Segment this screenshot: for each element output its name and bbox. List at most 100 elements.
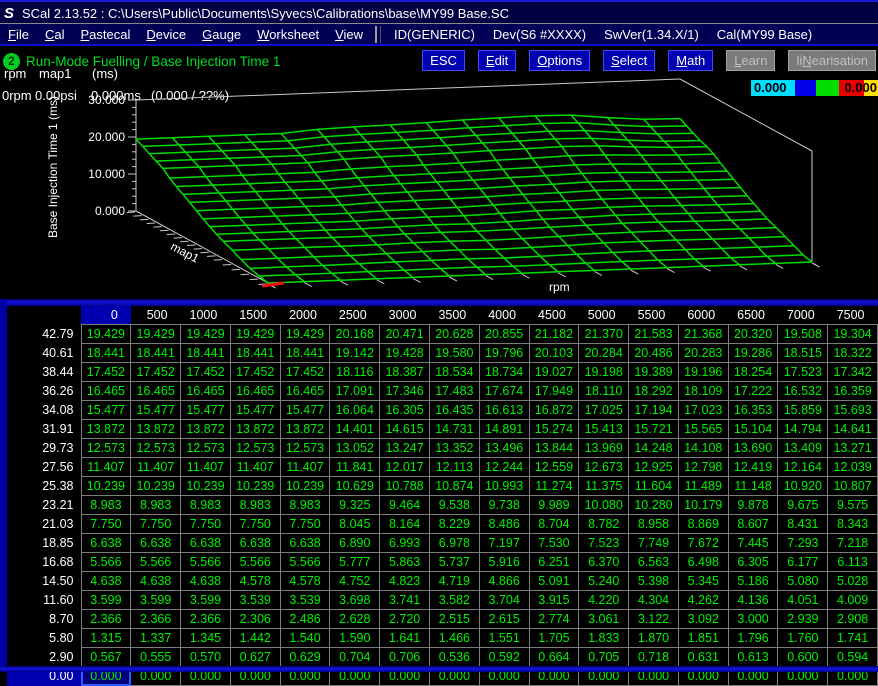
table-cell[interactable]: 10.179 bbox=[678, 496, 728, 515]
row-header-40.61[interactable]: 40.61 bbox=[7, 344, 81, 363]
table-cell[interactable]: 11.407 bbox=[81, 458, 131, 477]
table-cell[interactable]: 4.220 bbox=[579, 591, 629, 610]
table-cell[interactable]: 2.615 bbox=[479, 610, 529, 629]
table-cell[interactable]: 3.599 bbox=[81, 591, 131, 610]
table-cell[interactable]: 19.389 bbox=[629, 363, 679, 382]
table-cell[interactable]: 6.251 bbox=[529, 553, 579, 572]
table-cell[interactable]: 12.573 bbox=[280, 439, 330, 458]
column-header-6000[interactable]: 6000 bbox=[678, 306, 728, 325]
table-cell[interactable]: 8.958 bbox=[629, 515, 679, 534]
table-cell[interactable]: 1.870 bbox=[629, 629, 679, 648]
table-cell[interactable]: 12.039 bbox=[828, 458, 878, 477]
options-button[interactable]: Options bbox=[529, 50, 590, 71]
table-cell[interactable]: 19.286 bbox=[728, 344, 778, 363]
table-cell[interactable]: 13.872 bbox=[280, 420, 330, 439]
table-cell[interactable]: 18.292 bbox=[629, 382, 679, 401]
table-cell[interactable]: 18.387 bbox=[380, 363, 430, 382]
row-header-14.50[interactable]: 14.50 bbox=[7, 572, 81, 591]
table-cell[interactable]: 4.638 bbox=[131, 572, 181, 591]
table-cell[interactable]: 9.675 bbox=[778, 496, 828, 515]
table-cell[interactable]: 5.566 bbox=[230, 553, 280, 572]
table-cell[interactable]: 19.027 bbox=[529, 363, 579, 382]
column-header-1500[interactable]: 1500 bbox=[230, 306, 280, 325]
table-cell[interactable]: 9.738 bbox=[479, 496, 529, 515]
table-cell[interactable]: 2.939 bbox=[778, 610, 828, 629]
table-cell[interactable]: 18.441 bbox=[131, 344, 181, 363]
row-header-25.38[interactable]: 25.38 bbox=[7, 477, 81, 496]
table-cell[interactable]: 7.750 bbox=[81, 515, 131, 534]
table-cell[interactable]: 4.304 bbox=[629, 591, 679, 610]
table-cell[interactable]: 1.851 bbox=[678, 629, 728, 648]
row-header-11.60[interactable]: 11.60 bbox=[7, 591, 81, 610]
table-cell[interactable]: 10.993 bbox=[479, 477, 529, 496]
table-cell[interactable]: 0.613 bbox=[728, 648, 778, 667]
table-cell[interactable]: 9.464 bbox=[380, 496, 430, 515]
table-cell[interactable]: 9.989 bbox=[529, 496, 579, 515]
row-header-42.79[interactable]: 42.79 bbox=[7, 325, 81, 344]
table-cell[interactable]: 8.869 bbox=[678, 515, 728, 534]
table-cell[interactable]: 3.741 bbox=[380, 591, 430, 610]
table-cell[interactable]: 13.409 bbox=[778, 439, 828, 458]
table-cell[interactable]: 21.370 bbox=[579, 325, 629, 344]
column-header-6500[interactable]: 6500 bbox=[728, 306, 778, 325]
table-cell[interactable]: 0.706 bbox=[380, 648, 430, 667]
table-cell[interactable]: 0.555 bbox=[131, 648, 181, 667]
table-cell[interactable]: 10.239 bbox=[131, 477, 181, 496]
table-cell[interactable]: 12.244 bbox=[479, 458, 529, 477]
table-cell[interactable]: 13.690 bbox=[728, 439, 778, 458]
table-cell[interactable]: 15.721 bbox=[629, 420, 679, 439]
table-cell[interactable]: 8.229 bbox=[429, 515, 479, 534]
table-cell[interactable]: 4.823 bbox=[380, 572, 430, 591]
table-cell[interactable]: 10.239 bbox=[181, 477, 231, 496]
table-cell[interactable]: 7.749 bbox=[629, 534, 679, 553]
table-cell[interactable]: 3.092 bbox=[678, 610, 728, 629]
menu-item-file[interactable]: File bbox=[0, 27, 37, 42]
table-cell[interactable]: 2.366 bbox=[81, 610, 131, 629]
table-cell[interactable]: 6.305 bbox=[728, 553, 778, 572]
table-cell[interactable]: 18.441 bbox=[230, 344, 280, 363]
table-cell[interactable]: 19.429 bbox=[131, 325, 181, 344]
table-cell[interactable]: 17.342 bbox=[828, 363, 878, 382]
table-cell[interactable]: 16.465 bbox=[81, 382, 131, 401]
table-cell[interactable]: 10.807 bbox=[828, 477, 878, 496]
edit-button[interactable]: Edit bbox=[478, 50, 516, 71]
table-cell[interactable]: 11.274 bbox=[529, 477, 579, 496]
table-cell[interactable]: 5.240 bbox=[579, 572, 629, 591]
table-cell[interactable]: 8.983 bbox=[280, 496, 330, 515]
math-button[interactable]: Math bbox=[668, 50, 713, 71]
table-cell[interactable]: 11.841 bbox=[330, 458, 380, 477]
row-header-36.26[interactable]: 36.26 bbox=[7, 382, 81, 401]
table-cell[interactable]: 20.855 bbox=[479, 325, 529, 344]
table-cell[interactable]: 0.627 bbox=[230, 648, 280, 667]
table-cell[interactable]: 16.465 bbox=[131, 382, 181, 401]
table-cell[interactable]: 1.551 bbox=[479, 629, 529, 648]
table-cell[interactable]: 17.452 bbox=[230, 363, 280, 382]
table-cell[interactable]: 6.563 bbox=[629, 553, 679, 572]
table-cell[interactable]: 17.452 bbox=[81, 363, 131, 382]
row-header-16.68[interactable]: 16.68 bbox=[7, 553, 81, 572]
table-cell[interactable]: 1.833 bbox=[579, 629, 629, 648]
table-cell[interactable]: 15.477 bbox=[131, 401, 181, 420]
row-header-38.44[interactable]: 38.44 bbox=[7, 363, 81, 382]
table-cell[interactable]: 18.515 bbox=[778, 344, 828, 363]
table-cell[interactable]: 14.641 bbox=[828, 420, 878, 439]
table-cell[interactable]: 5.186 bbox=[728, 572, 778, 591]
table-cell[interactable]: 13.247 bbox=[380, 439, 430, 458]
table-cell[interactable]: 6.370 bbox=[579, 553, 629, 572]
table-cell[interactable]: 4.578 bbox=[280, 572, 330, 591]
table-cell[interactable]: 13.872 bbox=[81, 420, 131, 439]
table-cell[interactable]: 14.615 bbox=[380, 420, 430, 439]
table-cell[interactable]: 7.750 bbox=[181, 515, 231, 534]
table-cell[interactable]: 11.407 bbox=[181, 458, 231, 477]
table-cell[interactable]: 17.091 bbox=[330, 382, 380, 401]
table-cell[interactable]: 18.110 bbox=[579, 382, 629, 401]
table-cell[interactable]: 11.148 bbox=[728, 477, 778, 496]
table-cell[interactable]: 5.566 bbox=[81, 553, 131, 572]
table-cell[interactable]: 10.239 bbox=[280, 477, 330, 496]
table-cell[interactable]: 19.142 bbox=[330, 344, 380, 363]
table-cell[interactable]: 15.477 bbox=[230, 401, 280, 420]
table-cell[interactable]: 2.366 bbox=[181, 610, 231, 629]
table-cell[interactable]: 8.431 bbox=[778, 515, 828, 534]
table-cell[interactable]: 17.452 bbox=[131, 363, 181, 382]
table-cell[interactable]: 17.346 bbox=[380, 382, 430, 401]
